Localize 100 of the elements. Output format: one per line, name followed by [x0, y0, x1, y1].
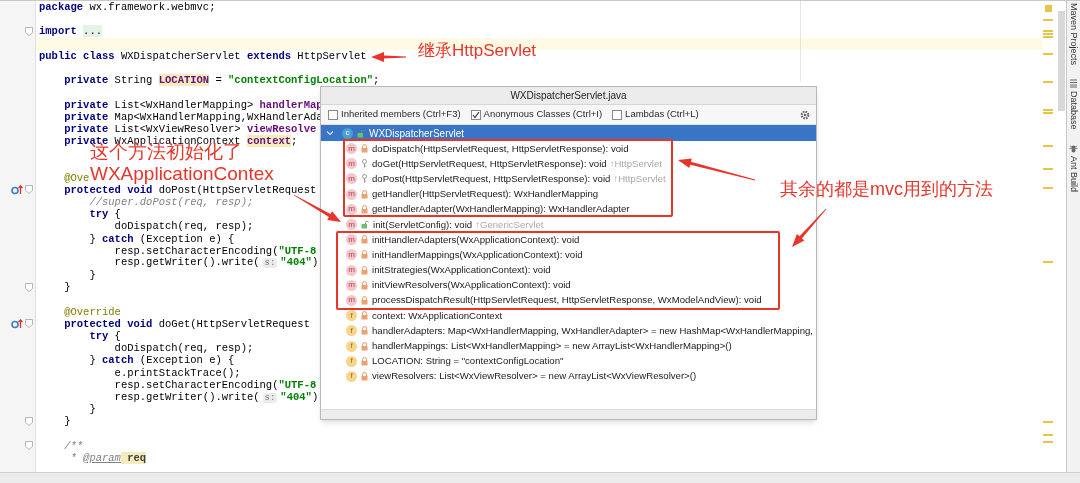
popup-scrollbar[interactable]	[321, 409, 816, 419]
annotation-note: 其余的都是mvc用到的方法	[780, 180, 993, 198]
method-icon: m	[346, 203, 357, 215]
method-icon: m	[346, 264, 357, 276]
lock-icon	[361, 250, 368, 260]
method-icon: m	[346, 173, 357, 185]
method-icon: m	[346, 234, 357, 246]
field-icon: f	[346, 340, 357, 352]
fold-icon[interactable]	[25, 185, 34, 195]
key-icon	[361, 174, 368, 184]
code-line: protected void doPost(HttpServletRequest	[63, 183, 317, 196]
code-line: private List<WxViewResolver> viewResolve	[63, 122, 317, 136]
member-item[interactable]: f handlerMappings: List<WxHandlerMapping> = new ArrayList<WxHandlerMapping>()	[346, 340, 732, 353]
field-icon: f	[346, 325, 357, 337]
code-line: e.printStackTrace();	[113, 366, 241, 379]
lock-icon	[361, 326, 368, 336]
code-line: package wx.framework.webmvc;	[38, 1, 216, 14]
code-line: }	[88, 403, 96, 416]
code-line: doDispatch(req, resp);	[113, 220, 254, 233]
code-line: * @param req	[69, 451, 147, 465]
tool-window-tab[interactable]: Maven Projects	[1067, 3, 1080, 66]
arrow	[371, 52, 406, 62]
code-line: private String LOCATION = "contextConfigLocation";	[63, 74, 380, 87]
method-icon: m	[346, 219, 357, 231]
method-icon: m	[346, 188, 357, 200]
popup-title: WXDispatcherServlet.java	[321, 87, 816, 105]
option-checkbox[interactable]: Anonymous Classes (Ctrl+I)	[470, 107, 603, 122]
code-line: try {	[88, 208, 121, 221]
member-item[interactable]: m doPost(HttpServletRequest, HttpServletResponse): void ↑HttpServlet	[346, 172, 666, 185]
option-checkbox[interactable]: Lambdas (Ctrl+L)	[612, 107, 699, 122]
horizontal-scrollbar[interactable]	[0, 472, 1080, 483]
fold-icon[interactable]	[25, 319, 34, 329]
settings-icon[interactable]	[800, 109, 810, 120]
annotation-note: 继承HttpServlet	[418, 42, 537, 59]
lock-icon	[361, 235, 368, 245]
member-item[interactable]: m initHandlerMappings(WxApplicationContext): void	[346, 248, 583, 261]
tool-window-tab[interactable]: Database	[1067, 91, 1080, 130]
lock-icon	[361, 341, 368, 351]
code-line: resp.setCharacterEncoding("UTF-8	[113, 244, 317, 257]
member-item[interactable]: m initHandlerAdapters(WxApplicationContext): void	[346, 233, 580, 246]
fold-icon[interactable]	[25, 282, 34, 292]
lock-icon	[361, 295, 368, 305]
checkbox-square[interactable]	[328, 109, 338, 120]
code-line: protected void doGet(HttpServletRequest	[63, 317, 310, 331]
code-line: @Override	[63, 305, 121, 318]
code-line: @Ove	[63, 171, 90, 184]
member-item[interactable]: m doGet(HttpServletRequest, HttpServletResponse): void ↑HttpServlet	[346, 157, 662, 170]
field-icon: f	[346, 370, 357, 382]
chevron-icon[interactable]	[326, 129, 334, 137]
code-line: }	[63, 415, 71, 428]
member-item[interactable]: m doDispatch(HttpServletRequest, HttpServletResponse): void	[346, 142, 629, 155]
member-item[interactable]: m getHandler(HttpServletRequest): WxHandlerMapping	[346, 188, 599, 201]
override-icon[interactable]	[11, 184, 24, 195]
code-line: } catch (Exception e) {	[88, 232, 235, 245]
member-item[interactable]: m processDispatchResult(HttpServletRequest, HttpServletResponse, WxModelAndView): void	[346, 294, 762, 307]
member-item[interactable]: m getHandlerAdapter(WxHandlerMapping): WxHandlerAdapter	[346, 203, 630, 216]
code-line: try {	[88, 330, 121, 343]
method-icon: m	[346, 279, 357, 291]
code-line: } catch (Exception e) {	[88, 354, 235, 367]
field-icon: f	[346, 310, 357, 322]
arrow	[792, 208, 827, 247]
member-item[interactable]: f LOCATION: String = "contextConfigLocation"	[346, 355, 564, 368]
code-line: /**	[63, 439, 84, 452]
unlock-icon	[361, 220, 369, 230]
code-line: public class WXDispatcherServlet extends HttpServlet	[38, 49, 367, 62]
ant-icon	[1069, 143, 1078, 153]
member-item[interactable]: m init(ServletConfig): void ↑GenericServlet	[346, 218, 544, 231]
lock-icon	[361, 204, 368, 214]
fold-icon[interactable]	[25, 441, 34, 451]
method-icon: m	[346, 143, 357, 155]
checkmark-icon	[471, 110, 480, 119]
checkbox-square[interactable]	[470, 109, 481, 120]
code-line: doDispatch(req, resp);	[113, 342, 254, 355]
lock-icon	[361, 265, 368, 275]
member-item[interactable]: f context: WxApplicationContext	[346, 309, 503, 322]
override-icon[interactable]	[11, 318, 24, 329]
lock-icon	[361, 356, 368, 366]
fold-icon[interactable]	[25, 416, 34, 426]
option-checkbox[interactable]: Inherited members (Ctrl+F3)	[328, 107, 461, 122]
tool-window-tab[interactable]: Ant Build	[1067, 155, 1080, 192]
code-line: }	[88, 269, 96, 282]
class-tree-item[interactable]: c WXDispatcherServlet	[321, 125, 816, 141]
code-line: private Map<WxHandlerMapping,WxHandlerAda	[63, 110, 323, 123]
lock-icon	[361, 371, 368, 381]
lock-icon	[361, 311, 368, 321]
member-item[interactable]: f viewResolvers: List<WxViewResolver> = new ArrayList<WxViewResolver>()	[346, 370, 697, 383]
member-item[interactable]: m initStrategies(WxApplicationContext): void	[346, 264, 551, 277]
code-line: private List<WxHandlerMapping> handlerMap	[63, 98, 323, 111]
member-item[interactable]: m initViewResolvers(WxApplicationContext): void	[346, 279, 571, 292]
lock-icon	[361, 280, 368, 290]
checkbox-square[interactable]	[612, 109, 623, 120]
method-icon: m	[346, 158, 357, 170]
database-icon	[1069, 79, 1078, 89]
arrow	[293, 194, 341, 222]
lock-icon	[361, 144, 368, 154]
member-item[interactable]: f handlerAdapters: Map<WxHandlerMapping, WxHandlerAdapter> = new HashMap<WxHandlerMapping,	[346, 324, 813, 337]
unlock-icon	[357, 128, 365, 138]
code-line: //super.doPost(req, resp);	[88, 196, 254, 209]
method-icon: m	[346, 249, 357, 261]
fold-icon[interactable]	[25, 26, 34, 36]
